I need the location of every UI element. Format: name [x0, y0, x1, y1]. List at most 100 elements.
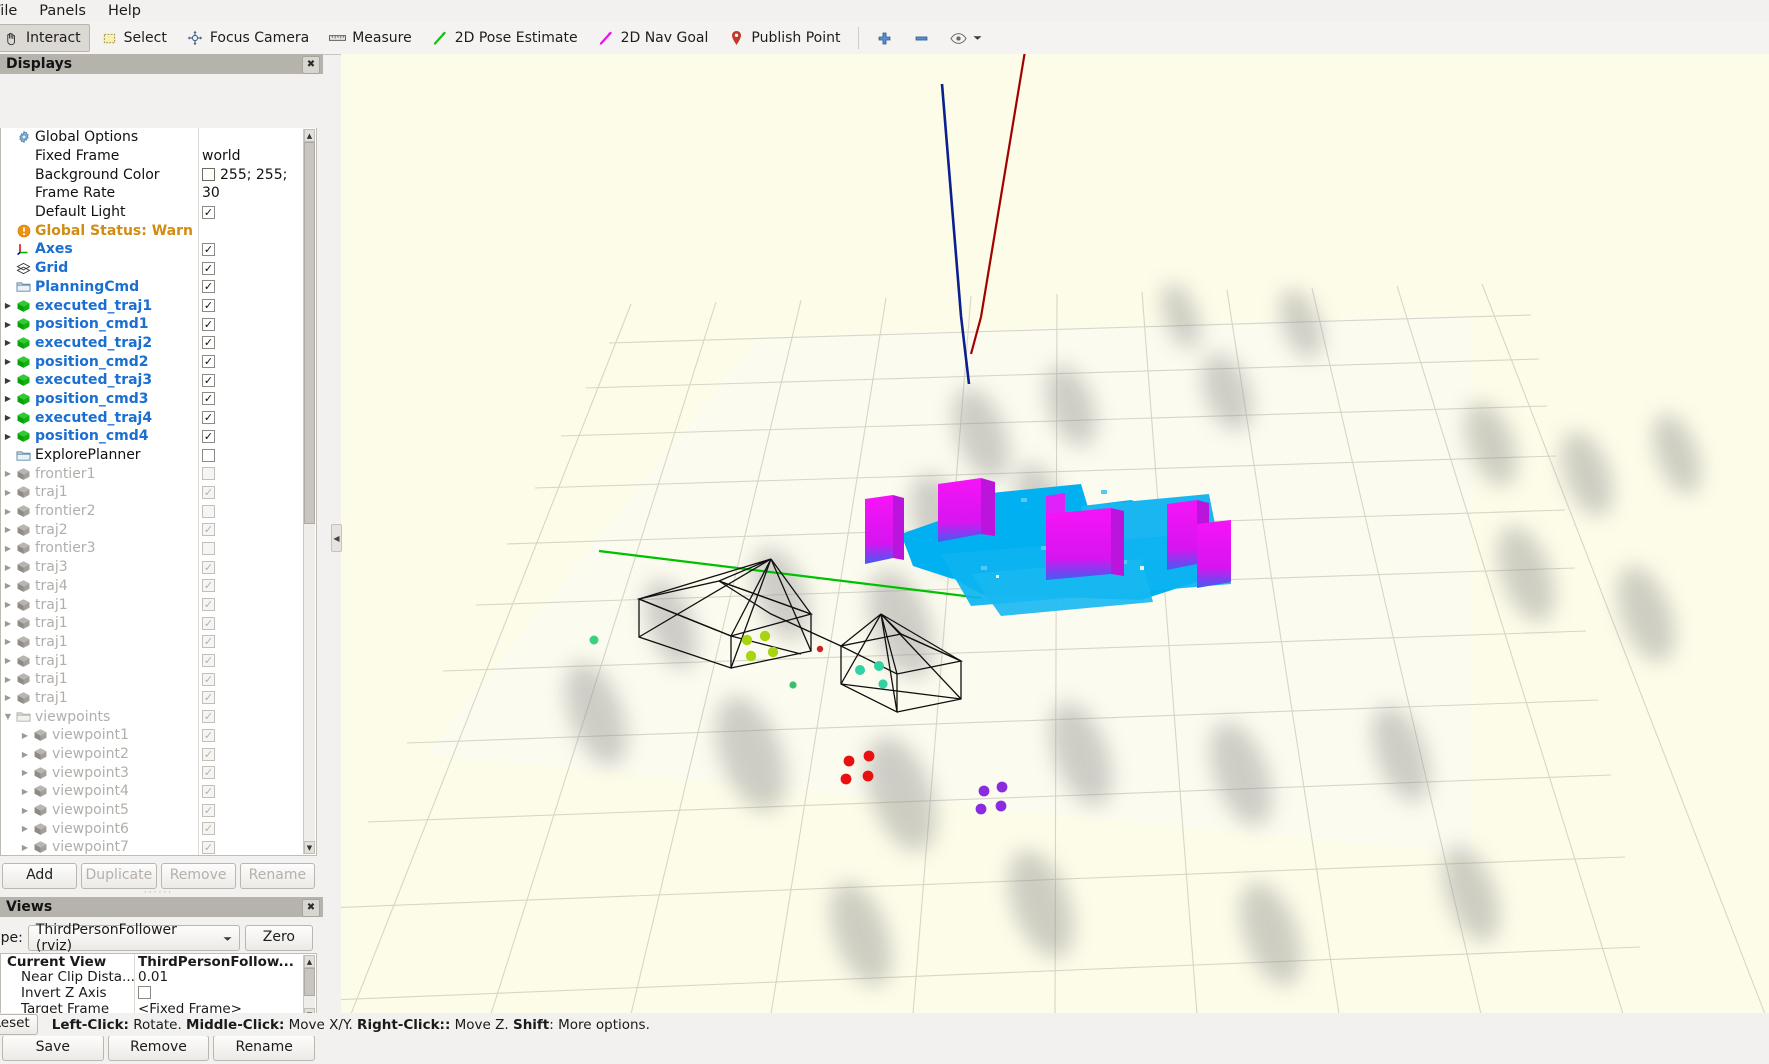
- save-view-button[interactable]: Save: [2, 1035, 104, 1061]
- display-row-viewpoints[interactable]: ▼ viewpoints ✓: [1, 707, 304, 726]
- tool-measure[interactable]: Measure: [320, 24, 421, 52]
- display-row-value[interactable]: ✓: [202, 598, 215, 612]
- view-property-value[interactable]: ThirdPersonFollow...: [138, 954, 294, 970]
- chevron-right-icon[interactable]: ▶: [1, 581, 15, 590]
- display-row-value[interactable]: ✓: [202, 317, 215, 331]
- visibility-checkbox[interactable]: [202, 448, 215, 462]
- visibility-checkbox[interactable]: ✓: [202, 299, 215, 313]
- visibility-checkbox[interactable]: ✓: [202, 635, 215, 649]
- display-row-global-options[interactable]: Global Options: [1, 128, 304, 147]
- tool-2d-nav-goal[interactable]: 2D Nav Goal: [589, 24, 718, 52]
- color-swatch[interactable]: [202, 168, 215, 182]
- visibility-checkbox[interactable]: ✓: [202, 784, 215, 798]
- display-row-value[interactable]: ✓: [202, 523, 215, 537]
- chevron-right-icon[interactable]: ▶: [1, 693, 15, 702]
- display-row-viewpoint4[interactable]: ▶ viewpoint4 ✓: [1, 782, 304, 801]
- display-row-traj1[interactable]: ▶ traj1 ✓: [1, 651, 304, 670]
- dock-collapse-handle[interactable]: ◀: [331, 524, 342, 552]
- chevron-right-icon[interactable]: ▶: [18, 843, 32, 852]
- display-row-traj1[interactable]: ▶ traj1 ✓: [1, 689, 304, 708]
- visibility-checkbox[interactable]: ✓: [202, 840, 215, 854]
- tool-publish-point[interactable]: Publish Point: [719, 24, 849, 52]
- display-row-value[interactable]: [202, 541, 215, 555]
- chevron-right-icon[interactable]: ▶: [18, 750, 32, 759]
- display-row-executed-traj2[interactable]: ▶ executed_traj2 ✓: [1, 334, 304, 353]
- visibility-checkbox[interactable]: ✓: [202, 355, 215, 369]
- scroll-up-icon[interactable]: ▲: [304, 129, 315, 142]
- chevron-right-icon[interactable]: ▶: [1, 432, 15, 441]
- display-row-viewpoint1[interactable]: ▶ viewpoint1 ✓: [1, 726, 304, 745]
- display-row-value[interactable]: ✓: [202, 392, 215, 406]
- tool-add-plus[interactable]: [867, 24, 902, 52]
- view-property-row[interactable]: Current View ThirdPersonFollow...: [1, 954, 316, 970]
- display-row-viewpoint3[interactable]: ▶ viewpoint3 ✓: [1, 763, 304, 782]
- display-row-axes[interactable]: Axes ✓: [1, 240, 304, 259]
- visibility-checkbox[interactable]: ✓: [202, 822, 215, 836]
- visibility-checkbox[interactable]: ✓: [202, 616, 215, 630]
- visibility-checkbox[interactable]: ✓: [202, 205, 215, 219]
- display-row-position-cmd3[interactable]: ▶ position_cmd3 ✓: [1, 390, 304, 409]
- display-row-frontier2[interactable]: ▶ frontier2: [1, 502, 304, 521]
- display-row-value[interactable]: ✓: [202, 485, 215, 499]
- display-row-position-cmd4[interactable]: ▶ position_cmd4 ✓: [1, 427, 304, 446]
- menu-item-file[interactable]: File: [0, 0, 28, 22]
- display-row-value[interactable]: 30: [202, 185, 220, 201]
- display-row-value[interactable]: ✓: [202, 616, 215, 630]
- tool-remove-minus[interactable]: [904, 24, 939, 52]
- visibility-checkbox[interactable]: ✓: [202, 485, 215, 499]
- close-icon[interactable]: ✖: [302, 56, 320, 74]
- display-row-grid[interactable]: Grid ✓: [1, 259, 304, 278]
- visibility-checkbox[interactable]: [202, 504, 215, 518]
- display-row-traj1[interactable]: ▶ traj1 ✓: [1, 483, 304, 502]
- display-row-frontier1[interactable]: ▶ frontier1: [1, 464, 304, 483]
- chevron-right-icon[interactable]: ▶: [1, 525, 15, 534]
- display-row-executed-traj3[interactable]: ▶ executed_traj3 ✓: [1, 371, 304, 390]
- views-close-icon[interactable]: ✖: [302, 899, 320, 917]
- display-row-value[interactable]: ✓: [202, 672, 215, 686]
- display-row-value[interactable]: ✓: [202, 691, 215, 705]
- view-property-row[interactable]: Near Clip Dista... 0.01: [1, 969, 316, 985]
- display-row-value[interactable]: world: [202, 148, 241, 164]
- duplicate-display-button[interactable]: Duplicate: [81, 863, 157, 889]
- display-row-value[interactable]: ✓: [202, 355, 215, 369]
- display-row-traj2[interactable]: ▶ traj2 ✓: [1, 520, 304, 539]
- display-row-value[interactable]: ✓: [202, 411, 215, 425]
- display-row-value[interactable]: ✓: [202, 747, 215, 761]
- display-row-value[interactable]: ✓: [202, 803, 215, 817]
- chevron-right-icon[interactable]: ▶: [1, 507, 15, 516]
- display-row-default-light[interactable]: Default Light ✓: [1, 203, 304, 222]
- visibility-checkbox[interactable]: ✓: [202, 691, 215, 705]
- chevron-right-icon[interactable]: ▶: [18, 731, 32, 740]
- visibility-checkbox[interactable]: ✓: [202, 672, 215, 686]
- remove-display-button[interactable]: Remove: [160, 863, 236, 889]
- visibility-checkbox[interactable]: ✓: [202, 373, 215, 387]
- chevron-right-icon[interactable]: ▶: [1, 320, 15, 329]
- display-row-value[interactable]: 255; 255;: [202, 167, 287, 183]
- chevron-right-icon[interactable]: ▶: [1, 394, 15, 403]
- display-row-value[interactable]: ✓: [202, 784, 215, 798]
- chevron-right-icon[interactable]: ▶: [18, 787, 32, 796]
- displays-tree-scrollbar[interactable]: ▲ ▼: [303, 129, 315, 854]
- display-row-value[interactable]: ✓: [202, 579, 215, 593]
- display-row-viewpoint2[interactable]: ▶ viewpoint2 ✓: [1, 745, 304, 764]
- rename-view-button[interactable]: Rename: [213, 1035, 316, 1061]
- visibility-checkbox[interactable]: ✓: [202, 766, 215, 780]
- visibility-checkbox[interactable]: ✓: [202, 261, 215, 275]
- invert-z-checkbox[interactable]: [138, 986, 151, 1000]
- scroll-down-icon[interactable]: ▼: [304, 841, 315, 854]
- view-type-combobox[interactable]: ThirdPersonFollower (rviz): [27, 922, 240, 954]
- display-row-global-status-warn[interactable]: Global Status: Warn: [1, 221, 304, 240]
- display-row-traj1[interactable]: ▶ traj1 ✓: [1, 595, 304, 614]
- chevron-right-icon[interactable]: ▶: [1, 488, 15, 497]
- visibility-checkbox[interactable]: ✓: [202, 280, 215, 294]
- dock-splitter-handle[interactable]: ······: [0, 888, 317, 898]
- displays-tree[interactable]: Global Options Fixed Frame world Background…: [0, 128, 317, 856]
- chevron-right-icon[interactable]: ▶: [18, 824, 32, 833]
- add-display-button[interactable]: Add: [2, 863, 78, 889]
- view-property-value[interactable]: [138, 986, 151, 1000]
- display-row-traj4[interactable]: ▶ traj4 ✓: [1, 577, 304, 596]
- chevron-right-icon[interactable]: ▶: [1, 469, 15, 478]
- chevron-down-icon[interactable]: [973, 30, 983, 47]
- display-row-value[interactable]: ✓: [202, 560, 215, 574]
- menu-item-panels[interactable]: Panels: [28, 0, 97, 22]
